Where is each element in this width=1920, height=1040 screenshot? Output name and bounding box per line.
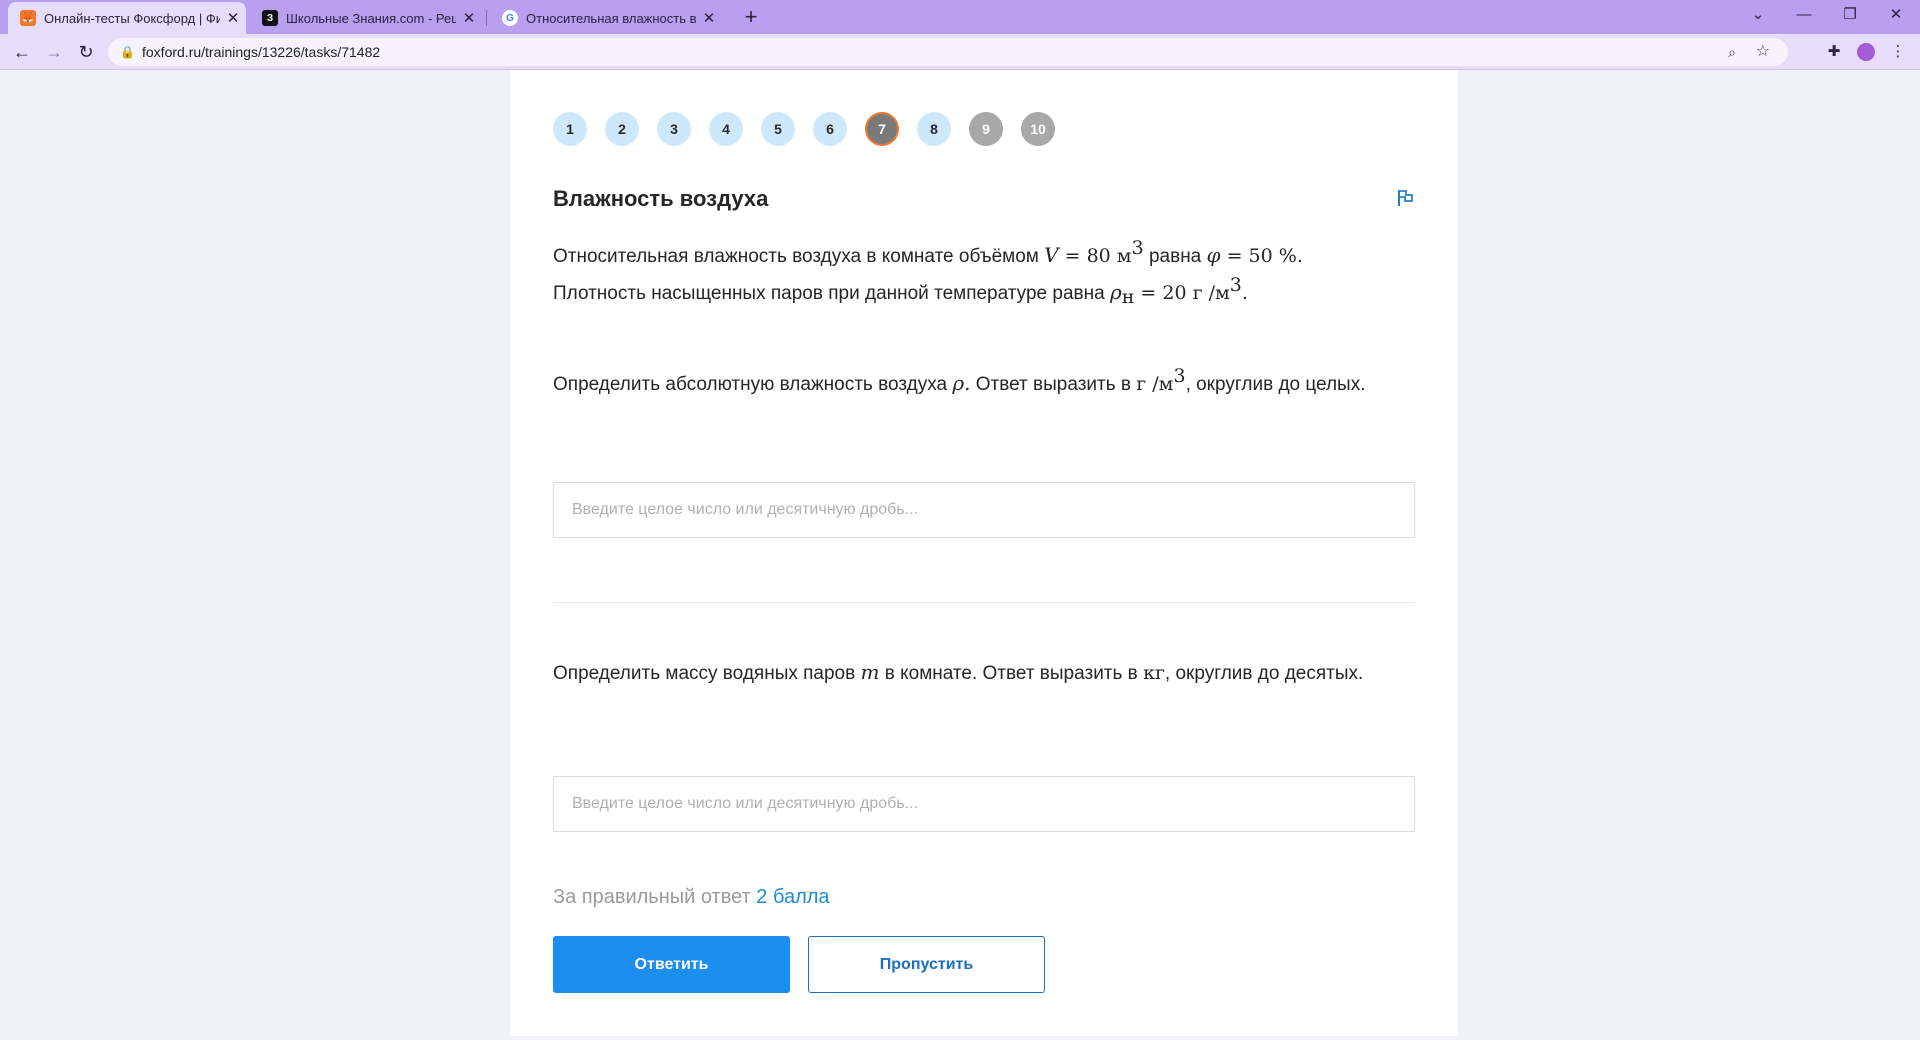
- reload-icon[interactable]: ↻: [72, 38, 100, 66]
- foxford-favicon-icon: 🦊: [20, 10, 36, 26]
- skip-button[interactable]: Пропустить: [808, 936, 1045, 993]
- math-subscript: н: [1121, 286, 1135, 308]
- math-var-rho: ρ: [1109, 280, 1122, 304]
- minimize-icon[interactable]: —: [1782, 0, 1826, 30]
- task-card: 1 2 3 4 5 6 7 8 9 10 Влажность воздуха О…: [510, 70, 1458, 1036]
- math-humidity-value: = 50 %.: [1220, 245, 1303, 267]
- zoom-icon[interactable]: ⌕: [1728, 38, 1736, 66]
- statement-text: Плотность насыщенных паров при данной те…: [553, 283, 1110, 304]
- question-1: Определить абсолютную влажность воздуха …: [553, 362, 1415, 399]
- question-text: , округлив до целых.: [1185, 374, 1366, 395]
- math-unit: г /м: [1136, 373, 1174, 395]
- statement-text: Относительная влажность воздуха в комнат…: [553, 246, 1045, 267]
- answer-1-input[interactable]: [553, 482, 1415, 538]
- extensions-puzzle-icon[interactable]: ✚: [1820, 38, 1848, 66]
- step-3[interactable]: 3: [657, 112, 691, 146]
- math-density-value: = 20 г /м: [1134, 282, 1230, 304]
- browser-toolbar: ← → ↻ 🔒 foxford.ru/trainings/13226/tasks…: [0, 34, 1920, 70]
- task-title: Влажность воздуха: [553, 186, 769, 211]
- step-2[interactable]: 2: [605, 112, 639, 146]
- url-text: foxford.ru/trainings/13226/tasks/71482: [142, 44, 381, 60]
- math-var-rho: ρ.: [952, 371, 971, 395]
- question-text: Ответ выразить в: [970, 374, 1137, 395]
- back-arrow-icon[interactable]: ←: [8, 38, 36, 66]
- step-1[interactable]: 1: [553, 112, 587, 146]
- browser-tab-bar: 🦊 Онлайн-тесты Фоксфорд | Физи ✕ З Школь…: [0, 0, 1920, 34]
- step-8[interactable]: 8: [917, 112, 951, 146]
- submit-answer-button[interactable]: Ответить: [553, 936, 790, 993]
- math-exponent: 3: [1131, 237, 1144, 259]
- close-tab-icon[interactable]: ✕: [696, 9, 722, 27]
- section-divider: [553, 602, 1415, 603]
- lock-icon: 🔒: [120, 45, 135, 59]
- forward-arrow-icon[interactable]: →: [40, 38, 68, 66]
- task-statement: Относительная влажность воздуха в комнат…: [553, 237, 1303, 308]
- step-4[interactable]: 4: [709, 112, 743, 146]
- math-var-m: m: [860, 660, 880, 684]
- address-bar[interactable]: 🔒 foxford.ru/trainings/13226/tasks/71482…: [108, 38, 1788, 66]
- question-2: Определить массу водяных паров m в комна…: [553, 658, 1415, 688]
- znania-favicon-icon: З: [262, 10, 278, 26]
- tab-title: Школьные Знания.com - Решае: [286, 10, 456, 26]
- browser-tab-google[interactable]: G Относительная влажность возд ✕: [490, 2, 722, 34]
- google-favicon-icon: G: [502, 10, 518, 26]
- math-var-V: V: [1044, 243, 1059, 267]
- tab-search-chevron-icon[interactable]: ⌄: [1736, 0, 1780, 30]
- math-var-phi: φ: [1206, 243, 1221, 267]
- points-info: За правильный ответ 2 балла: [553, 886, 830, 909]
- question-text: Определить массу водяных паров: [553, 663, 861, 684]
- question-text: , округлив до десятых.: [1164, 663, 1364, 684]
- menu-kebab-icon[interactable]: ⋮: [1884, 38, 1912, 66]
- bookmark-star-icon[interactable]: ☆: [1756, 38, 1770, 66]
- close-window-icon[interactable]: ✕: [1874, 0, 1918, 30]
- question-text: Определить абсолютную влажность воздуха: [553, 374, 953, 395]
- step-9[interactable]: 9: [969, 112, 1003, 146]
- tab-separator: [486, 10, 487, 26]
- tab-title: Онлайн-тесты Фоксфорд | Физи: [44, 10, 220, 26]
- profile-avatar-icon[interactable]: [1852, 38, 1880, 66]
- question-text: в комнате. Ответ выразить в: [879, 663, 1144, 684]
- step-7-current[interactable]: 7: [865, 112, 899, 146]
- points-value: 2 балла: [756, 886, 830, 908]
- close-tab-icon[interactable]: ✕: [456, 9, 482, 27]
- statement-text: равна: [1143, 246, 1207, 267]
- step-5[interactable]: 5: [761, 112, 795, 146]
- step-10[interactable]: 10: [1021, 112, 1055, 146]
- math-exponent: 3: [1173, 365, 1186, 387]
- tab-title: Относительная влажность возд: [526, 10, 696, 26]
- new-tab-plus-icon[interactable]: +: [736, 2, 766, 32]
- restore-icon[interactable]: ❐: [1828, 0, 1872, 30]
- report-flag-icon[interactable]: [1395, 188, 1415, 208]
- close-tab-icon[interactable]: ✕: [220, 9, 246, 27]
- answer-2-input[interactable]: [553, 776, 1415, 832]
- task-stepper: 1 2 3 4 5 6 7 8 9 10: [553, 112, 1073, 146]
- browser-tab-znania[interactable]: З Школьные Знания.com - Решае ✕: [250, 2, 482, 34]
- browser-tab-foxford[interactable]: 🦊 Онлайн-тесты Фоксфорд | Физи ✕: [8, 2, 246, 34]
- math-volume-value: = 80 м: [1058, 245, 1132, 267]
- step-6[interactable]: 6: [813, 112, 847, 146]
- points-label: За правильный ответ: [553, 886, 757, 908]
- math-unit: кг: [1143, 662, 1165, 684]
- math-exponent: 3: [1229, 274, 1242, 296]
